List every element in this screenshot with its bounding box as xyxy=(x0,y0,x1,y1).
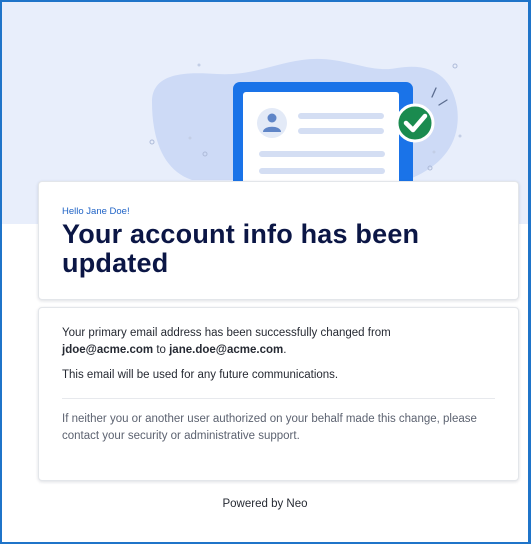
title-card: Hello Jane Doe! Your account info has be… xyxy=(38,181,519,300)
sparkle-dot xyxy=(197,63,201,67)
message-connector: to xyxy=(156,344,166,356)
divider xyxy=(62,398,495,399)
greeting-text: Hello Jane Doe! xyxy=(62,206,130,217)
sparkle-dot xyxy=(149,139,155,145)
page-title: Your account info has been updated xyxy=(62,219,420,278)
sparkle-dot xyxy=(188,136,192,140)
avatar-icon xyxy=(257,108,287,138)
sparkle-dot xyxy=(458,134,462,138)
email-frame: Hello Jane Doe! Your account info has be… xyxy=(0,0,531,544)
future-communications-text: This email will be used for any future c… xyxy=(62,369,339,381)
checkmark-badge-icon xyxy=(395,103,435,143)
message-end-punct: . xyxy=(283,344,287,356)
sparkle-dot xyxy=(432,150,436,154)
email-change-message: Your primary email address has been succ… xyxy=(62,325,495,359)
old-email: jdoe@acme.com xyxy=(62,344,154,356)
security-note: If neither you or another user authorize… xyxy=(62,413,477,442)
sparkle-dot xyxy=(452,63,458,69)
new-email: jane.doe@acme.com xyxy=(169,344,284,356)
message-prefix: Your primary email address has been succ… xyxy=(62,327,391,339)
message-card: Your primary email address has been succ… xyxy=(38,307,519,481)
footer-powered-by: Powered by Neo xyxy=(222,498,308,510)
